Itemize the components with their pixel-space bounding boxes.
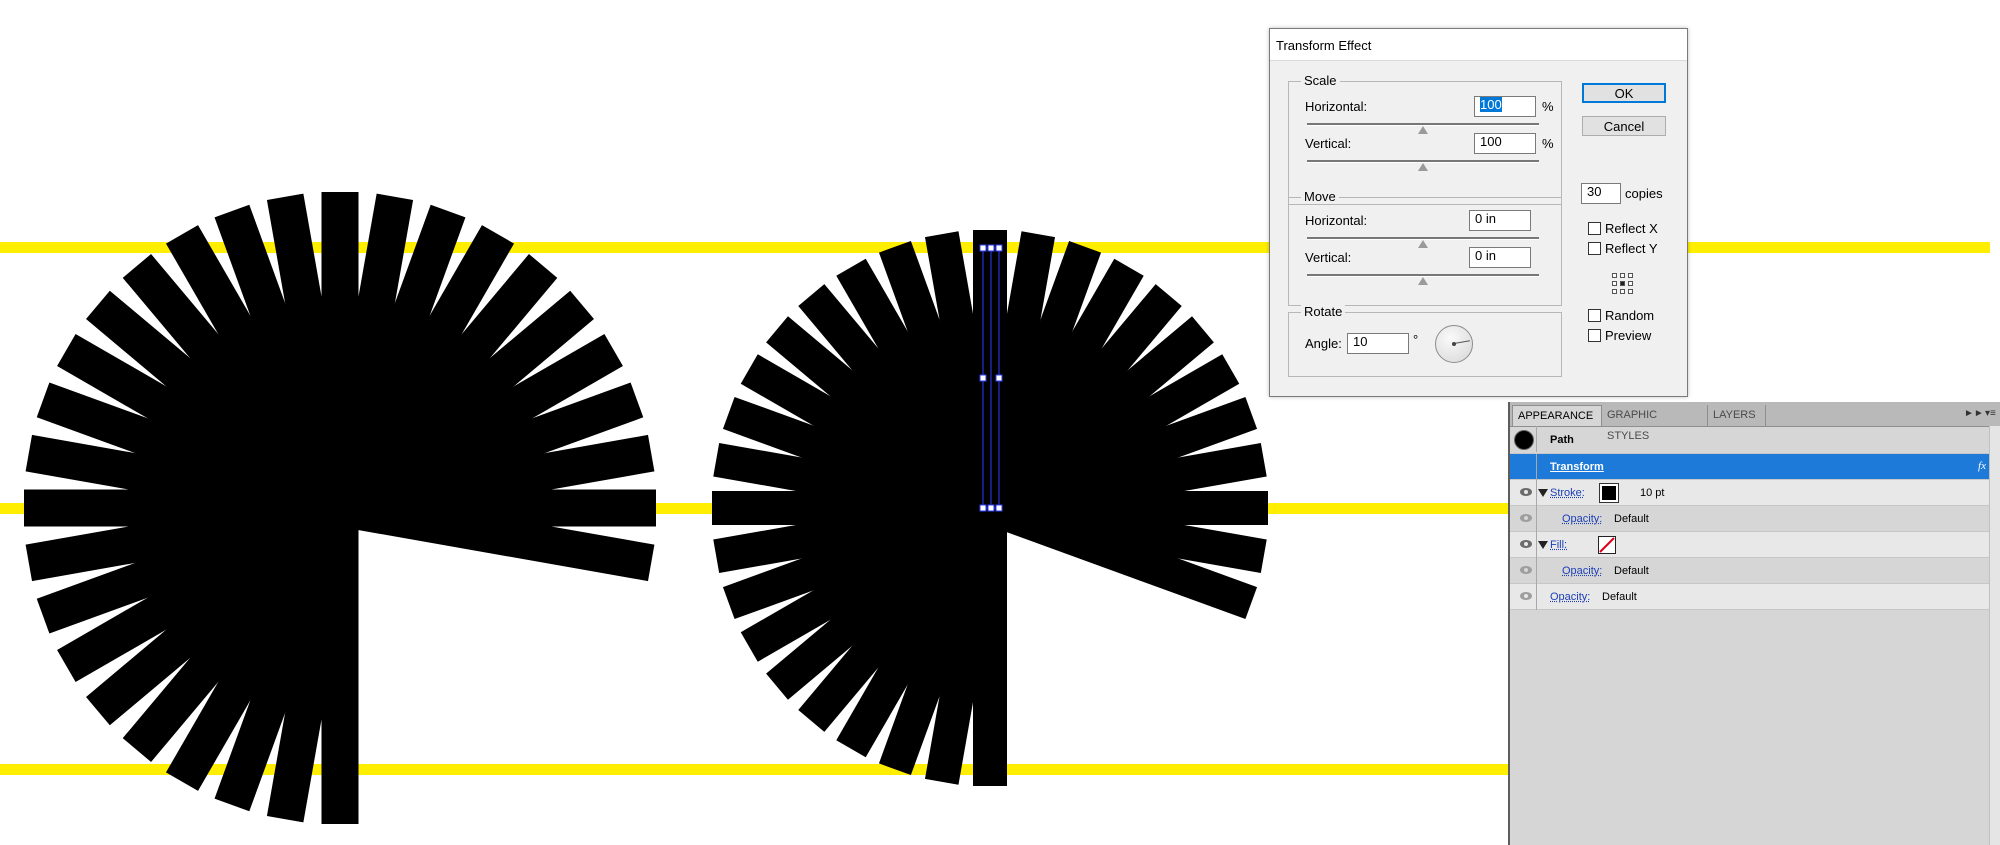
stroke-row[interactable]: Stroke: 10 pt: [1510, 480, 2000, 506]
cancel-button[interactable]: Cancel: [1582, 116, 1666, 136]
copies-input[interactable]: 30: [1581, 183, 1621, 204]
rotate-group-label: Rotate: [1301, 304, 1345, 319]
object-opacity-value: Default: [1602, 591, 1637, 603]
panel-tab-bar: APPEARANCE GRAPHIC STYLES LAYERS ►► ▾≡: [1510, 402, 2000, 427]
effect-row-transform[interactable]: Transform fx: [1510, 454, 2000, 480]
dial-center-icon: [1452, 342, 1456, 346]
appearance-header-row[interactable]: Path: [1510, 426, 2000, 454]
copies-label: copies: [1625, 186, 1663, 201]
random-label: Random: [1605, 308, 1654, 323]
move-group-label: Move: [1301, 189, 1339, 204]
disclosure-triangle-icon[interactable]: [1538, 541, 1548, 549]
copies-value: 30: [1587, 184, 1601, 199]
rotate-group: Rotate Angle: 10 °: [1288, 312, 1562, 377]
preview-label: Preview: [1605, 328, 1651, 343]
panel-scrollbar[interactable]: [1989, 426, 2000, 845]
scale-horizontal-slider-thumb[interactable]: [1418, 126, 1428, 134]
none-icon: [1599, 537, 1615, 553]
object-type-label: Path: [1550, 434, 1574, 446]
dialog-titlebar[interactable]: Transform Effect: [1270, 29, 1687, 61]
stroke-opacity-link[interactable]: Opacity:: [1562, 513, 1602, 525]
move-vertical-slider-thumb[interactable]: [1418, 277, 1428, 285]
selection-handle[interactable]: [980, 375, 986, 381]
rotate-angle-value: 10: [1353, 334, 1367, 349]
selection-handle[interactable]: [996, 245, 1002, 251]
disclosure-triangle-icon[interactable]: [1538, 489, 1548, 497]
move-horizontal-value: 0 in: [1475, 211, 1496, 226]
object-opacity-row[interactable]: Opacity: Default: [1510, 584, 2000, 610]
tab-layers[interactable]: LAYERS: [1708, 405, 1766, 426]
scale-group-label: Scale: [1301, 73, 1340, 88]
scale-horizontal-value: 100: [1480, 97, 1502, 112]
scale-vertical-input[interactable]: 100: [1474, 133, 1536, 154]
scale-horizontal-input[interactable]: 100: [1474, 96, 1536, 117]
visibility-eye-icon[interactable]: [1520, 540, 1532, 548]
rotate-angle-unit: °: [1413, 332, 1418, 347]
tab-appearance[interactable]: APPEARANCE: [1512, 405, 1602, 426]
stroke-opacity-value: Default: [1614, 513, 1649, 525]
selection-handle[interactable]: [996, 505, 1002, 511]
visibility-eye-icon[interactable]: [1520, 488, 1532, 496]
scale-vertical-value: 100: [1480, 134, 1502, 149]
scale-horizontal-label: Horizontal:: [1305, 99, 1367, 114]
object-opacity-link[interactable]: Opacity:: [1550, 591, 1590, 603]
dial-needle-icon: [1454, 340, 1470, 344]
fill-opacity-link[interactable]: Opacity:: [1562, 565, 1602, 577]
fx-icon[interactable]: fx: [1978, 460, 1986, 472]
transform-effect-dialog: Transform Effect Scale Horizontal: 100 %…: [1269, 28, 1688, 397]
fill-opacity-value: Default: [1614, 565, 1649, 577]
selected-path-bounding-box[interactable]: [980, 245, 1002, 511]
scale-group: Scale Horizontal: 100 % Vertical: 100 %: [1288, 81, 1562, 205]
rotate-angle-label: Angle:: [1305, 336, 1342, 351]
move-vertical-label: Vertical:: [1305, 250, 1351, 265]
visibility-eye-icon[interactable]: [1520, 592, 1532, 600]
ok-button[interactable]: OK: [1582, 83, 1666, 103]
stroke-link[interactable]: Stroke:: [1550, 487, 1585, 499]
rotate-angle-input[interactable]: 10: [1347, 333, 1409, 354]
rotate-angle-dial[interactable]: [1435, 325, 1473, 363]
tab-graphic-styles[interactable]: GRAPHIC STYLES: [1602, 405, 1708, 426]
selection-handle[interactable]: [980, 245, 986, 251]
move-horizontal-label: Horizontal:: [1305, 213, 1367, 228]
path-thumbnail-icon: [1514, 430, 1534, 450]
move-vertical-input[interactable]: 0 in: [1469, 247, 1531, 268]
stroke-opacity-row[interactable]: Opacity: Default: [1510, 506, 2000, 532]
move-horizontal-input[interactable]: 0 in: [1469, 210, 1531, 231]
transform-effect-link[interactable]: Transform: [1550, 461, 1604, 473]
stroke-color-swatch[interactable]: [1600, 484, 1618, 502]
selection-handle[interactable]: [988, 245, 994, 251]
visibility-eye-icon[interactable]: [1520, 566, 1532, 574]
fill-row[interactable]: Fill:: [1510, 532, 2000, 558]
fill-link[interactable]: Fill:: [1550, 539, 1567, 551]
scale-vertical-unit: %: [1542, 136, 1554, 151]
panel-menu-icon[interactable]: ▾≡: [1985, 408, 1996, 419]
left-burst-shape[interactable]: [24, 192, 656, 824]
scale-vertical-label: Vertical:: [1305, 136, 1351, 151]
visibility-eye-icon[interactable]: [1520, 514, 1532, 522]
scale-vertical-slider-thumb[interactable]: [1418, 163, 1428, 171]
scale-horizontal-unit: %: [1542, 99, 1554, 114]
selection-handle[interactable]: [980, 505, 986, 511]
move-horizontal-slider-thumb[interactable]: [1418, 240, 1428, 248]
reflect-y-checkbox[interactable]: [1588, 242, 1601, 255]
move-vertical-value: 0 in: [1475, 248, 1496, 263]
selection-handle[interactable]: [996, 375, 1002, 381]
reflect-x-label: Reflect X: [1605, 221, 1658, 236]
move-group: Move Horizontal: 0 in Vertical: 0 in: [1288, 197, 1562, 306]
selection-handle[interactable]: [988, 505, 994, 511]
fill-none-swatch[interactable]: [1598, 536, 1616, 554]
random-checkbox[interactable]: [1588, 309, 1601, 322]
dialog-title: Transform Effect: [1276, 38, 1371, 53]
reflect-x-checkbox[interactable]: [1588, 222, 1601, 235]
reference-point-locator[interactable]: [1612, 273, 1634, 295]
preview-checkbox[interactable]: [1588, 329, 1601, 342]
fill-opacity-row[interactable]: Opacity: Default: [1510, 558, 2000, 584]
stroke-weight[interactable]: 10 pt: [1640, 487, 1664, 499]
collapse-icon[interactable]: ►►: [1964, 408, 1984, 419]
reflect-y-label: Reflect Y: [1605, 241, 1658, 256]
appearance-panel: APPEARANCE GRAPHIC STYLES LAYERS ►► ▾≡ P…: [1508, 402, 2000, 845]
